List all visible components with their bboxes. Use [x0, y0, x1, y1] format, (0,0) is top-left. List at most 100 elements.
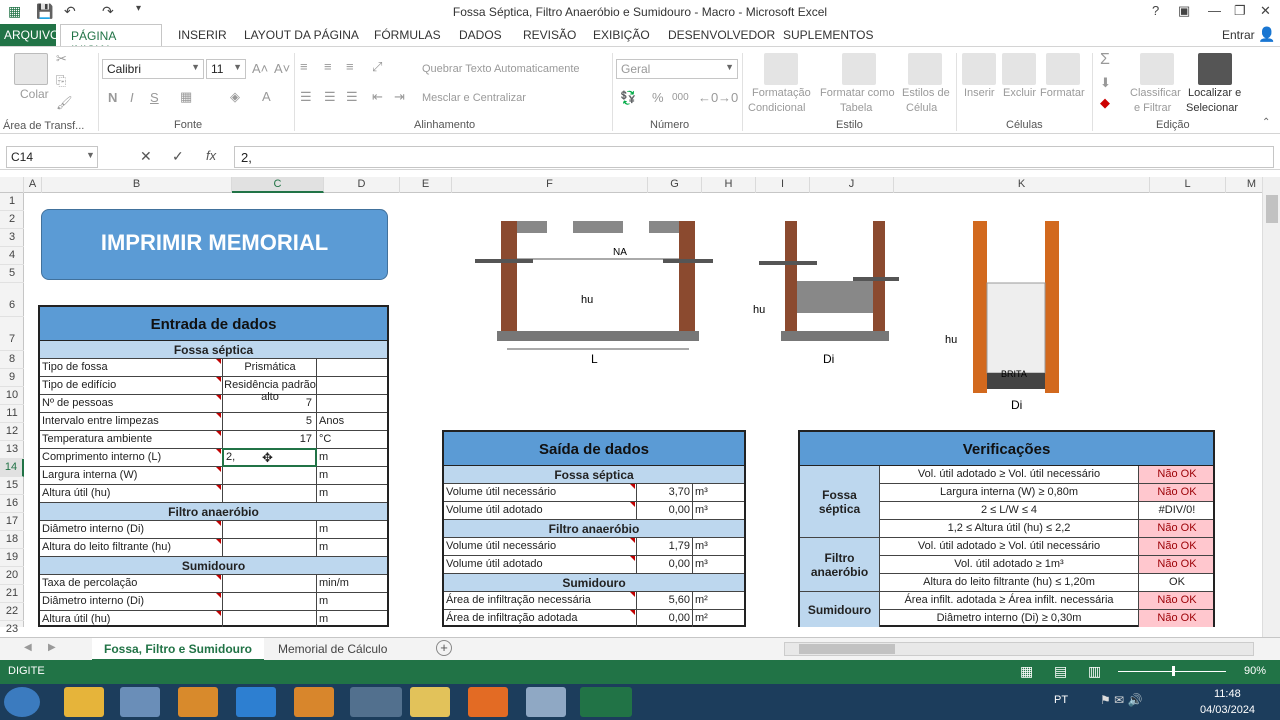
row-header[interactable]: 18 [0, 531, 24, 549]
italic-button[interactable]: I [130, 90, 134, 105]
column-header[interactable]: H [702, 177, 756, 193]
conditional-format-label[interactable]: Formatação [752, 87, 811, 99]
page-layout-icon[interactable]: ▤ [1054, 663, 1067, 680]
row-header[interactable]: 14 [0, 459, 24, 477]
autosum-icon[interactable]: Σ [1100, 51, 1110, 69]
row-header[interactable]: 17 [0, 513, 24, 531]
thousands-button[interactable]: 000 [672, 92, 689, 103]
sheet-tab-active[interactable]: Fossa, Filtro e Sumidouro [92, 638, 264, 661]
font-name-select[interactable]: Calibri ▼ [102, 59, 204, 79]
horizontal-scrollbar[interactable] [784, 642, 1254, 656]
ribbon-display-icon[interactable]: ▣ [1178, 3, 1190, 19]
align-bottom-icon[interactable]: ≡ [346, 59, 354, 74]
tab-revisao[interactable]: REVISÃO [523, 28, 576, 42]
delete-cells-button[interactable]: Excluir [1003, 87, 1036, 99]
app2-icon[interactable] [526, 687, 566, 717]
insert-function-button[interactable]: fx [206, 148, 216, 163]
recorder-icon[interactable] [350, 687, 402, 717]
column-header[interactable]: D [324, 177, 400, 193]
row-header[interactable]: 12 [0, 423, 24, 441]
orientation-icon[interactable]: ⤢ [372, 59, 382, 75]
tab-exibicao[interactable]: EXIBIÇÃO [593, 28, 650, 42]
format-cells-button[interactable]: Formatar [1040, 87, 1085, 99]
scroll-thumb[interactable] [1266, 195, 1278, 223]
insert-cells-icon[interactable] [962, 53, 996, 85]
excel-taskbar-icon[interactable] [580, 687, 632, 717]
next-sheet-icon[interactable]: ▶ [48, 642, 56, 653]
firefox-icon[interactable] [468, 687, 508, 717]
align-right-icon[interactable]: ☰ [346, 89, 358, 105]
row-header[interactable]: 5 [0, 265, 24, 283]
zoom-level[interactable]: 90% [1244, 665, 1266, 677]
column-header[interactable]: E [400, 177, 452, 193]
borders-icon[interactable]: ▦ [180, 89, 192, 105]
vertical-scrollbar[interactable] [1262, 177, 1280, 637]
decrease-decimal-icon[interactable]: →0 [718, 90, 738, 105]
clear-icon[interactable]: ◆ [1100, 95, 1110, 111]
tab-arquivo[interactable]: ARQUIVO [0, 24, 59, 46]
find-select-label[interactable]: Localizar e [1188, 87, 1241, 99]
formula-input[interactable]: 2, [234, 146, 1274, 168]
row-header[interactable]: 4 [0, 247, 24, 265]
row-header[interactable]: 3 [0, 229, 24, 247]
select-all-corner[interactable] [0, 177, 24, 193]
format-cells-icon[interactable] [1046, 53, 1080, 85]
ie-icon[interactable] [236, 687, 276, 717]
app-icon[interactable] [294, 687, 334, 717]
column-header[interactable]: C [232, 177, 324, 193]
percent-button[interactable]: % [652, 90, 664, 105]
cell-styles-icon[interactable] [908, 53, 942, 85]
clock-date[interactable]: 04/03/2024 [1200, 704, 1255, 716]
column-header[interactable]: I [756, 177, 810, 193]
find-select-label2[interactable]: Selecionar [1186, 102, 1238, 114]
worksheet[interactable]: IMPRIMIR MEMORIAL Entrada de dados Fossa… [25, 193, 1262, 627]
column-header[interactable]: K [894, 177, 1150, 193]
row-header[interactable]: 11 [0, 405, 24, 423]
page-break-icon[interactable]: ▥ [1088, 663, 1101, 680]
cut-icon[interactable]: ✂ [56, 51, 67, 67]
help-button[interactable]: ? [1152, 3, 1159, 18]
tab-dados[interactable]: DADOS [459, 28, 502, 42]
merge-center-button[interactable]: Mesclar e Centralizar [422, 92, 526, 104]
cell-styles-label[interactable]: Estilos de [902, 87, 950, 99]
format-table-label2[interactable]: Tabela [840, 102, 872, 114]
normal-view-icon[interactable]: ▦ [1020, 663, 1033, 680]
column-header[interactable]: A [24, 177, 42, 193]
sort-filter-icon[interactable] [1140, 53, 1174, 85]
collapse-ribbon-icon[interactable]: ⌃ [1262, 117, 1270, 128]
column-header[interactable]: L [1150, 177, 1226, 193]
cancel-entry-icon[interactable]: ✕ [140, 148, 152, 165]
paste-button[interactable]: Colar [20, 87, 49, 101]
align-left-icon[interactable]: ☰ [300, 89, 312, 105]
cell-styles-label2[interactable]: Célula [906, 102, 937, 114]
sort-filter-label2[interactable]: e Filtrar [1134, 102, 1171, 114]
column-header[interactable]: B [42, 177, 232, 193]
conditional-format-icon[interactable] [764, 53, 798, 85]
confirm-entry-icon[interactable]: ✓ [172, 148, 184, 165]
sign-in-link[interactable]: Entrar [1222, 28, 1255, 42]
row-header[interactable]: 9 [0, 369, 24, 387]
tab-pagina-inicial[interactable]: PÁGINA INICIAL [60, 24, 162, 57]
clock-time[interactable]: 11:48 [1214, 688, 1241, 700]
input-value[interactable]: 5 [224, 415, 312, 427]
tab-inserir[interactable]: INSERIR [178, 28, 227, 42]
fill-icon[interactable]: ⬇ [1100, 75, 1111, 91]
input-value[interactable]: 17 [224, 433, 312, 445]
bold-button[interactable]: N [108, 90, 117, 105]
language-indicator[interactable]: PT [1054, 694, 1068, 706]
row-header[interactable]: 15 [0, 477, 24, 495]
column-header[interactable]: F [452, 177, 648, 193]
row-header[interactable]: 22 [0, 603, 24, 621]
add-sheet-button[interactable]: + [436, 640, 452, 656]
row-header[interactable]: 21 [0, 585, 24, 603]
column-header[interactable]: J [810, 177, 894, 193]
input-value[interactable]: Prismática [224, 361, 316, 373]
sort-filter-label[interactable]: Classificar [1130, 87, 1181, 99]
column-header[interactable]: G [648, 177, 702, 193]
close-button[interactable]: ✕ [1260, 3, 1271, 19]
grow-font-icon[interactable]: A˄ [252, 61, 268, 76]
name-box[interactable]: C14 [6, 146, 98, 168]
conditional-format-label2[interactable]: Condicional [748, 102, 805, 114]
wrap-text-button[interactable]: Quebrar Texto Automaticamente [422, 63, 580, 75]
format-painter-icon[interactable]: 🖌 [56, 95, 73, 111]
